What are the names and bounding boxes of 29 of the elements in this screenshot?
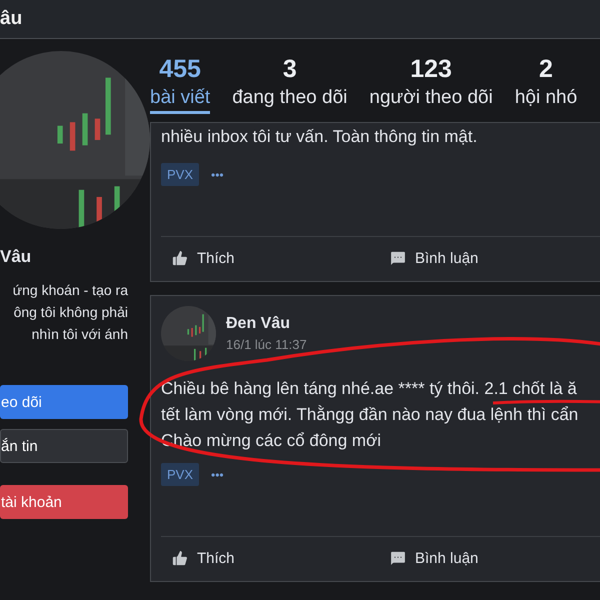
post-text: nhiều inbox tôi tư vấn. Toàn thông tin mật. [161, 127, 478, 147]
stock-tag[interactable]: PVX [161, 463, 200, 486]
comment-button[interactable]: Bình luận [389, 249, 600, 267]
post-text: tết làm vòng mới. Thằngg đần nào nay đua lệnh thì cẩn [161, 405, 578, 425]
like-button[interactable]: Thích [171, 249, 389, 267]
post-time: 16/1 lúc 11:37 [226, 337, 307, 352]
more-button[interactable]: ••• [211, 168, 224, 182]
stock-tag[interactable]: PVX [161, 163, 200, 186]
stat-tab[interactable]: 3 đang theo dõi [232, 55, 348, 114]
page-title: âu [0, 8, 22, 30]
bio-text: ứng khoán - tạo ra [12, 281, 128, 300]
comment-icon [389, 249, 407, 267]
bio-text: ông tôi không phải [12, 303, 128, 322]
post-text: Chiều bê hàng lên táng nhé.ae **** tý thôi. 2.1 chốt là ă [161, 379, 577, 399]
profile-name: Vâu [0, 247, 32, 267]
report-button[interactable]: tài khoản [0, 485, 128, 519]
bio-text: nhìn tôi với ánh [30, 325, 128, 344]
thumbs-up-icon [171, 549, 189, 567]
comment-button[interactable]: Bình luận [389, 549, 600, 567]
stat-tab[interactable]: 455 bài viết [150, 55, 210, 114]
thumbs-up-icon [171, 249, 189, 267]
more-button[interactable]: ••• [211, 468, 224, 482]
comment-icon [389, 549, 407, 567]
post-author[interactable]: Đen Vâu [226, 315, 307, 333]
like-button[interactable]: Thích [171, 549, 389, 567]
follow-button[interactable]: eo dõi [0, 385, 128, 419]
stat-tab[interactable]: 2 hội nhó [514, 55, 578, 114]
message-button[interactable]: ắn tin [0, 429, 128, 463]
stat-tab[interactable]: 123 người theo dõi [369, 55, 493, 114]
